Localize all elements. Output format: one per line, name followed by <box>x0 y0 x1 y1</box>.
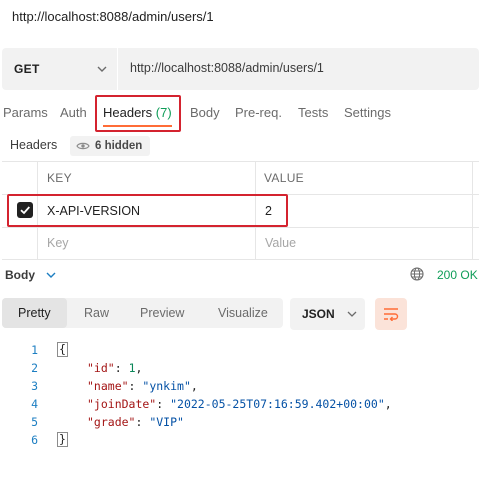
code-line: "id": 1, <box>87 361 143 375</box>
column-header-value: VALUE <box>264 171 304 185</box>
table-border-bottom <box>2 259 479 260</box>
hidden-headers-toggle[interactable]: 6 hidden <box>70 136 151 156</box>
format-select[interactable]: JSON <box>290 298 365 330</box>
url-input[interactable]: http://localhost:8088/admin/users/1 <box>130 61 324 75</box>
tab-tests[interactable]: Tests <box>298 105 328 120</box>
format-label: JSON <box>302 307 335 321</box>
tab-auth[interactable]: Auth <box>60 105 87 120</box>
globe-icon[interactable] <box>410 267 424 281</box>
tab-body[interactable]: Body <box>190 105 220 120</box>
json-value: "ynkim" <box>142 379 191 393</box>
new-value-input[interactable]: Value <box>265 236 296 250</box>
eye-icon <box>76 142 90 150</box>
chevron-down-icon <box>347 311 357 317</box>
wrap-lines-icon <box>384 308 399 321</box>
new-key-input[interactable]: Key <box>47 236 69 250</box>
status-badge[interactable]: 200 OK <box>437 268 478 282</box>
line-number: 5 <box>31 415 38 429</box>
view-tab-pretty[interactable]: Pretty <box>18 306 51 320</box>
tab-prereq[interactable]: Pre-req. <box>235 105 282 120</box>
view-tab-preview[interactable]: Preview <box>140 306 184 320</box>
hidden-count: 6 hidden <box>95 140 143 152</box>
method-label: GET <box>14 62 40 76</box>
line-number: 3 <box>31 379 38 393</box>
line-number: 2 <box>31 361 38 375</box>
header-row-highlight <box>7 194 288 227</box>
view-tab-visualize[interactable]: Visualize <box>218 306 268 320</box>
view-tab-raw[interactable]: Raw <box>84 306 109 320</box>
wrap-lines-button[interactable] <box>375 298 407 330</box>
json-value: "VIP" <box>149 415 184 429</box>
json-key: "id" <box>87 361 115 375</box>
response-body-label: Body <box>5 268 35 282</box>
json-value: "2022-05-25T07:16:59.402+00:00" <box>170 397 385 411</box>
table-border <box>2 227 479 228</box>
line-number: 4 <box>31 397 38 411</box>
response-body-toggle[interactable]: Body <box>5 268 56 282</box>
table-border-top <box>2 161 479 162</box>
chevron-down-icon <box>46 272 56 278</box>
tab-settings[interactable]: Settings <box>344 105 391 120</box>
line-number: 1 <box>31 343 38 357</box>
close-brace: } <box>57 432 68 447</box>
headers-label: Headers <box>10 138 58 152</box>
tab-params[interactable]: Params <box>3 105 48 120</box>
json-key: "joinDate" <box>87 397 157 411</box>
code-line: { <box>57 342 68 357</box>
code-line: "grade": "VIP" <box>87 415 184 429</box>
column-header-key: KEY <box>47 171 72 185</box>
chevron-down-icon <box>97 66 107 72</box>
json-key: "name" <box>87 379 129 393</box>
method-select[interactable]: GET <box>2 48 116 90</box>
code-line: "joinDate": "2022-05-25T07:16:59.402+00:… <box>87 397 392 411</box>
headers-tab-highlight <box>95 95 181 132</box>
code-line: } <box>57 432 68 447</box>
url-divider <box>117 48 118 90</box>
line-number: 6 <box>31 433 38 447</box>
json-value: 1 <box>128 361 136 375</box>
request-title: http://localhost:8088/admin/users/1 <box>12 9 214 24</box>
code-line: "name": "ynkim", <box>87 379 198 393</box>
table-divider <box>472 161 473 259</box>
json-key: "grade" <box>87 415 136 429</box>
open-brace: { <box>57 342 68 357</box>
